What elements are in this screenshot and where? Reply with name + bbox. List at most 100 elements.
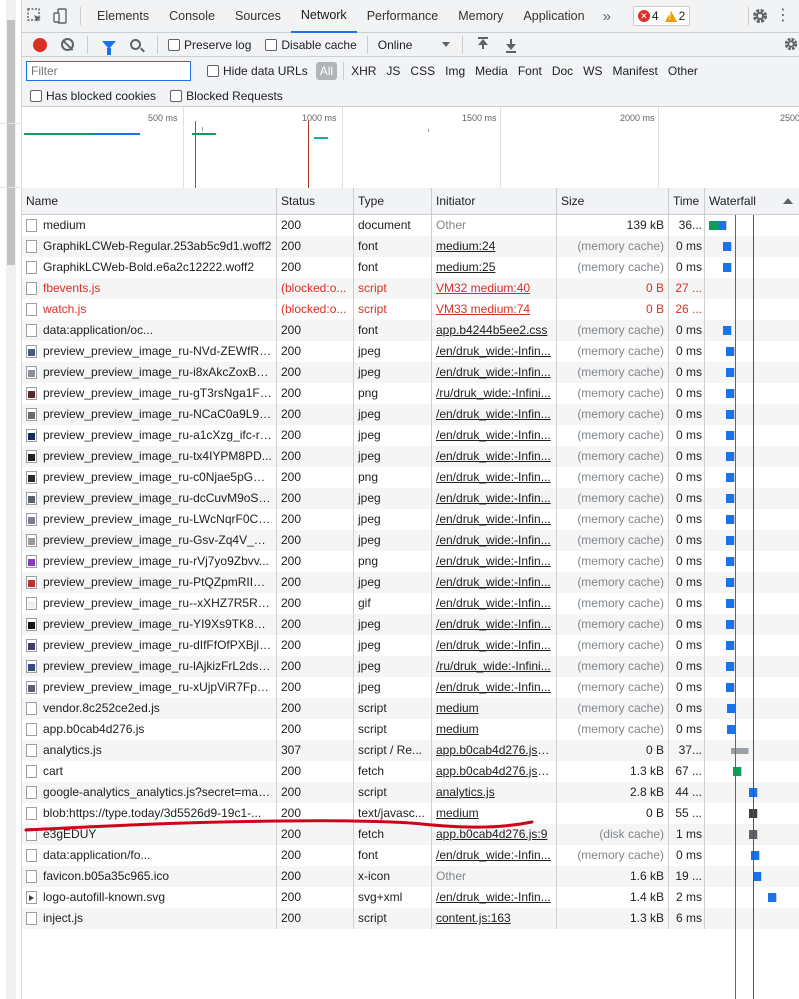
cell-name[interactable]: app.b0cab4d276.js [22, 719, 277, 740]
cell-waterfall[interactable] [705, 740, 799, 761]
column-header-time[interactable]: Time [669, 188, 705, 214]
initiator-link[interactable]: /en/druk_wide:-Infin... [436, 449, 551, 463]
initiator-link[interactable]: /en/druk_wide:-Infin... [436, 344, 551, 358]
cell-initiator[interactable]: VM32 medium:40 [432, 278, 557, 299]
table-row[interactable]: preview_preview_image_ru-PtQZpmRIIZq... 2… [22, 572, 799, 593]
initiator-link[interactable]: /en/druk_wide:-Infin... [436, 428, 551, 442]
export-har-icon[interactable] [503, 37, 519, 53]
initiator-link[interactable]: /en/druk_wide:-Infin... [436, 680, 551, 694]
cell-waterfall[interactable] [705, 551, 799, 572]
cell-initiator[interactable]: /en/druk_wide:-Infin... [432, 488, 557, 509]
initiator-link[interactable]: /en/druk_wide:-Infin... [436, 596, 551, 610]
initiator-link[interactable]: app.b0cab4d276.js:9 [436, 827, 547, 841]
cell-name[interactable]: GraphikLCWeb-Regular.253ab5c9d1.woff2 [22, 236, 277, 257]
filter-type-img[interactable]: Img [440, 64, 470, 78]
checkbox-box[interactable] [168, 38, 180, 51]
cell-name[interactable]: preview_preview_image_ru--xXHZ7R5Rz... [22, 593, 277, 614]
filter-type-media[interactable]: Media [470, 64, 513, 78]
cell-name[interactable]: preview_preview_image_ru-gT3rsNga1F6... [22, 383, 277, 404]
cell-waterfall[interactable] [705, 593, 799, 614]
cell-initiator[interactable]: /en/druk_wide:-Infin... [432, 362, 557, 383]
table-row[interactable]: GraphikLCWeb-Regular.253ab5c9d1.woff2 200… [22, 236, 799, 257]
cell-initiator[interactable]: /en/druk_wide:-Infin... [432, 677, 557, 698]
table-row[interactable]: google-analytics_analytics.js?secret=max… [22, 782, 799, 803]
tab-elements[interactable]: Elements [87, 0, 159, 33]
table-row[interactable]: GraphikLCWeb-Bold.e6a2c12222.woff2 200 fon… [22, 257, 799, 278]
cell-name[interactable]: watch.js [22, 299, 277, 320]
checkbox-box[interactable] [30, 89, 42, 102]
initiator-link[interactable]: medium:25 [436, 260, 495, 274]
cell-waterfall[interactable] [705, 824, 799, 845]
filter-type-xhr[interactable]: XHR [346, 64, 381, 78]
initiator-link[interactable]: medium [436, 701, 479, 715]
cell-name[interactable]: preview_preview_image_ru-dcCuvM9oS2... [22, 488, 277, 509]
column-header-status[interactable]: Status [277, 188, 354, 214]
cell-waterfall[interactable] [705, 572, 799, 593]
cell-waterfall[interactable] [705, 845, 799, 866]
cell-initiator[interactable]: /en/druk_wide:-Infin... [432, 614, 557, 635]
cell-name[interactable]: preview_preview_image_ru-PtQZpmRIIZq... [22, 572, 277, 593]
table-row[interactable]: preview_preview_image_ru-dIfFfOfPXBjly..… [22, 635, 799, 656]
table-row[interactable]: preview_preview_image_ru-YI9Xs9TK8Vc... 2… [22, 614, 799, 635]
cell-name[interactable]: data:application/oc... [22, 320, 277, 341]
cell-name[interactable]: blob:https://type.today/3d5526d9-19c1-..… [22, 803, 277, 824]
cell-name[interactable]: preview_preview_image_ru-dIfFfOfPXBjly..… [22, 635, 277, 656]
cell-waterfall[interactable] [705, 383, 799, 404]
network-settings-gear-icon[interactable] [783, 36, 799, 55]
table-row[interactable]: preview_preview_image_ru-lAjkizFrL2dsU..… [22, 656, 799, 677]
cell-initiator[interactable]: app.b0cab4d276.js:9 [432, 824, 557, 845]
table-row[interactable]: cart 200 fetch app.b0cab4d276.js:32 1.3 kB 67… [22, 761, 799, 782]
filter-type-other[interactable]: Other [663, 64, 703, 78]
cell-waterfall[interactable] [705, 320, 799, 341]
cell-name[interactable]: preview_preview_image_ru-Gsv-Zq4V_G... [22, 530, 277, 551]
cell-initiator[interactable]: /en/druk_wide:-Infin... [432, 467, 557, 488]
initiator-link[interactable]: /en/druk_wide:-Infin... [436, 890, 551, 904]
cell-initiator[interactable]: /en/druk_wide:-Infin... [432, 635, 557, 656]
has-blocked-cookies-checkbox[interactable]: Has blocked cookies [30, 89, 156, 103]
initiator-link[interactable]: medium:24 [436, 239, 495, 253]
initiator-link[interactable]: /en/druk_wide:-Infin... [436, 848, 551, 862]
table-row[interactable]: preview_preview_image_ru-xUjpViR7Fpty...… [22, 677, 799, 698]
cell-waterfall[interactable] [705, 866, 799, 887]
column-header-type[interactable]: Type [354, 188, 432, 214]
import-har-icon[interactable] [475, 36, 491, 53]
cell-initiator[interactable]: /en/druk_wide:-Infin... [432, 509, 557, 530]
cell-initiator[interactable]: medium:25 [432, 257, 557, 278]
initiator-link[interactable]: /en/druk_wide:-Infin... [436, 512, 551, 526]
hide-data-urls-checkbox[interactable]: Hide data URLs [207, 64, 308, 78]
table-row[interactable]: blob:https://type.today/3d5526d9-19c1-..… [22, 803, 799, 824]
cell-name[interactable]: fbevents.js [22, 278, 277, 299]
cell-name[interactable]: preview_preview_image_ru-NVd-ZEWfRS... [22, 341, 277, 362]
cell-name[interactable]: preview_preview_image_ru-xUjpViR7Fpty... [22, 677, 277, 698]
table-row[interactable]: data:application/oc... 200 font app.b4244b5… [22, 320, 799, 341]
cell-initiator[interactable]: /ru/druk_wide:-Infini... [432, 383, 557, 404]
cell-name[interactable]: data:application/fo... [22, 845, 277, 866]
filter-type-font[interactable]: Font [513, 64, 547, 78]
cell-waterfall[interactable] [705, 782, 799, 803]
settings-gear-icon[interactable] [751, 7, 769, 28]
column-header-name[interactable]: Name [22, 188, 277, 214]
cell-waterfall[interactable] [705, 761, 799, 782]
table-row[interactable]: preview_preview_image_ru-i8xAkcZoxBF... 2… [22, 362, 799, 383]
cell-name[interactable]: preview_preview_image_ru-rVj7yo9Zbvv... [22, 551, 277, 572]
customize-menu-icon[interactable]: ⋮ [775, 8, 791, 24]
initiator-link[interactable]: /en/druk_wide:-Infin... [436, 617, 551, 631]
cell-initiator[interactable]: /en/druk_wide:-Infin... [432, 572, 557, 593]
filter-input[interactable] [26, 61, 191, 81]
checkbox-box[interactable] [265, 38, 278, 51]
initiator-link[interactable]: /ru/druk_wide:-Infini... [436, 386, 551, 400]
cell-waterfall[interactable] [705, 257, 799, 278]
table-row[interactable]: logo-autofill-known.svg 200 svg+xml/en/dru… [22, 887, 799, 908]
cell-name[interactable]: google-analytics_analytics.js?secret=max… [22, 782, 277, 803]
table-row[interactable]: preview_preview_image_ru-a1cXzg_ifc-rx..… [22, 425, 799, 446]
cell-waterfall[interactable] [705, 488, 799, 509]
tab-network[interactable]: Network [290, 0, 357, 33]
cell-waterfall[interactable] [705, 719, 799, 740]
table-row[interactable]: app.b0cab4d276.js 200 script medium (memory … [22, 719, 799, 740]
table-row[interactable]: preview_preview_image_ru-c0Njae5pGW... 20… [22, 467, 799, 488]
cell-name[interactable]: vendor.8c252ce2ed.js [22, 698, 277, 719]
table-row[interactable]: fbevents.js (blocked:o... script VM32 mediu… [22, 278, 799, 299]
initiator-link[interactable]: app.b0cab4d276.js:32 [436, 764, 554, 778]
checkbox-box[interactable] [207, 65, 219, 77]
cell-initiator[interactable]: medium [432, 698, 557, 719]
